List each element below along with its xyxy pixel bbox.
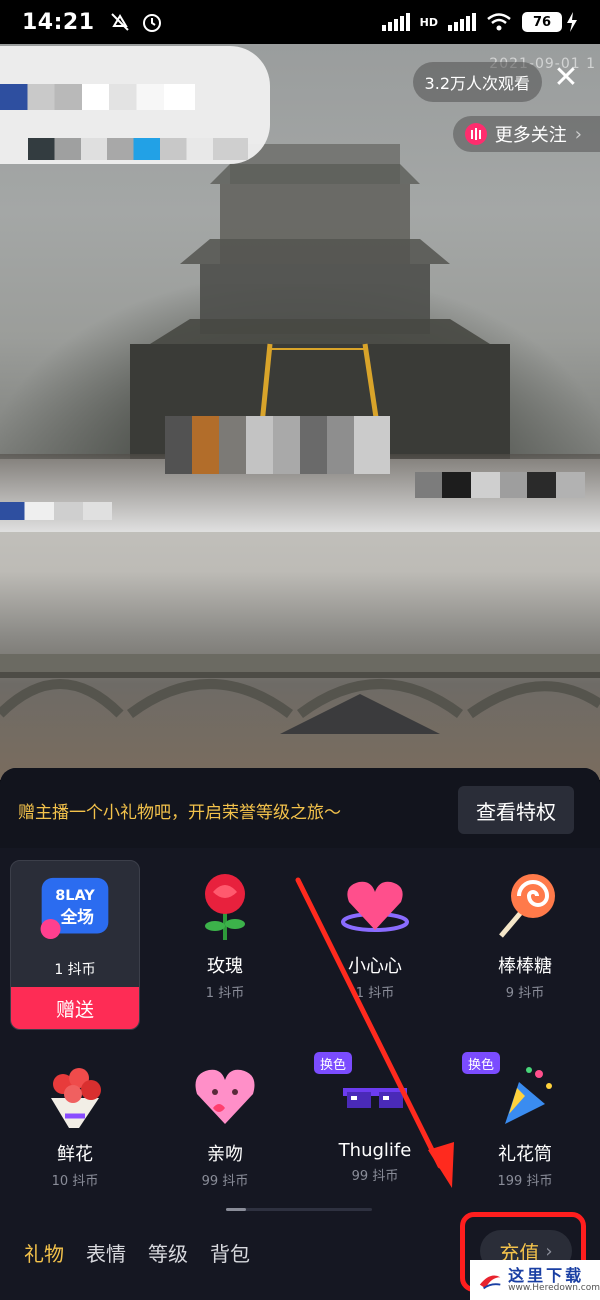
rose-icon — [205, 874, 245, 940]
pixelated-caption-1 — [165, 416, 390, 474]
bouquet-icon — [51, 1068, 101, 1128]
watermark-text: 这里下载 — [508, 1265, 585, 1285]
gift-item-heart[interactable]: 小心心 1 抖币 — [310, 870, 440, 1001]
gift-name: 礼花筒 — [498, 1144, 552, 1165]
color-change-badge: 换色 — [314, 1052, 353, 1074]
gift-item-kiss[interactable]: 亲吻 99 抖币 — [160, 1058, 290, 1189]
charging-icon — [567, 12, 577, 32]
gift-name: 小心心 — [348, 956, 402, 977]
gift-price: 1 抖币 — [355, 986, 395, 1001]
gift-price: 99 抖币 — [201, 1174, 249, 1189]
gift-item-bouquet[interactable]: 鲜花 10 抖币 — [10, 1058, 140, 1189]
gift-price: 9 抖币 — [505, 986, 545, 1001]
alarm-icon — [142, 14, 161, 32]
tab-backpack[interactable]: 背包 — [210, 1238, 250, 1267]
tab-gifts[interactable]: 礼物 — [24, 1238, 64, 1267]
send-gift-button[interactable]: 赠送 — [11, 987, 139, 1029]
heart-icon — [341, 881, 409, 932]
gift-item-rose[interactable]: 玫瑰 1 抖币 — [160, 870, 290, 1001]
status-bar: 14:21 HD 76 — [0, 0, 600, 44]
more-follow-label: 更多关注 — [494, 125, 567, 146]
tab-levels[interactable]: 等级 — [148, 1238, 188, 1267]
color-change-badge: 换色 — [462, 1052, 501, 1074]
gift-price: 1 抖币 — [205, 986, 245, 1001]
watermark-url: www.Heredown.com — [508, 1282, 600, 1293]
kiss-icon — [195, 1069, 255, 1124]
gift-name: Thuglife — [338, 1140, 412, 1161]
promo-banner: 赠主播一个小礼物吧，开启荣誉等级之旅～ 查看特权 — [0, 768, 600, 848]
chevron-right-icon: › — [574, 123, 582, 145]
close-button[interactable]: ✕ — [548, 60, 584, 96]
site-watermark: 这里下载 www.Heredown.com — [470, 1260, 600, 1300]
gift-name: 玫瑰 — [207, 956, 243, 977]
watermark-logo-icon — [479, 1275, 501, 1290]
gift-price: 199 抖币 — [497, 1174, 553, 1189]
gift-price: 99 抖币 — [351, 1169, 399, 1184]
panel-tabs: 礼物 表情 等级 背包 — [24, 1238, 250, 1267]
play-all-badge-icon: 8LAY 全场 — [40, 877, 109, 939]
svg-text:8LAY: 8LAY — [55, 888, 95, 904]
signal-icon-2 — [448, 13, 476, 31]
live-video[interactable]: 2021-09-01 1 3.2万人次观看 ✕ 更多关注 › — [0, 44, 600, 780]
lollipop-icon — [499, 874, 555, 938]
pixelated-id — [28, 138, 248, 160]
status-time: 14:21 — [22, 9, 95, 35]
gift-name: 亲吻 — [207, 1144, 243, 1165]
pixelated-caption-3 — [0, 502, 112, 520]
pixelated-caption-2 — [415, 472, 585, 498]
gift-price: 1 抖币 — [54, 962, 96, 978]
gift-item-selected[interactable]: 8LAY 全场 1 抖币 赠送 — [10, 860, 140, 1030]
more-follow-button[interactable]: 更多关注 › — [452, 116, 600, 152]
page-indicator — [226, 1208, 372, 1211]
pixelated-name — [0, 84, 195, 110]
tab-emotes[interactable]: 表情 — [86, 1238, 126, 1267]
gift-item-lollipop[interactable]: 棒棒糖 9 抖币 — [460, 870, 590, 1001]
gift-name: 鲜花 — [57, 1144, 93, 1165]
signal-icon — [381, 13, 410, 31]
gift-item-thuglife[interactable]: 换色 Thuglife 99 抖币 — [310, 1052, 440, 1184]
battery-indicator: 76 — [522, 12, 562, 32]
network-type: HD — [419, 15, 438, 29]
live-bars-icon — [464, 123, 487, 145]
viewer-count[interactable]: 3.2万人次观看 — [412, 62, 542, 102]
mute-icon — [110, 13, 129, 31]
gift-name: 棒棒糖 — [498, 956, 552, 977]
promo-text: 赠主播一个小礼物吧，开启荣誉等级之旅～ — [18, 803, 341, 823]
gift-item-party-popper[interactable]: 换色 礼花筒 199 抖币 — [460, 1052, 590, 1189]
bridge-image — [0, 654, 600, 734]
svg-text:全场: 全场 — [60, 906, 94, 926]
view-privileges-button[interactable]: 查看特权 — [458, 786, 574, 834]
gift-price: 10 抖币 — [51, 1174, 99, 1189]
wifi-icon — [487, 13, 511, 31]
